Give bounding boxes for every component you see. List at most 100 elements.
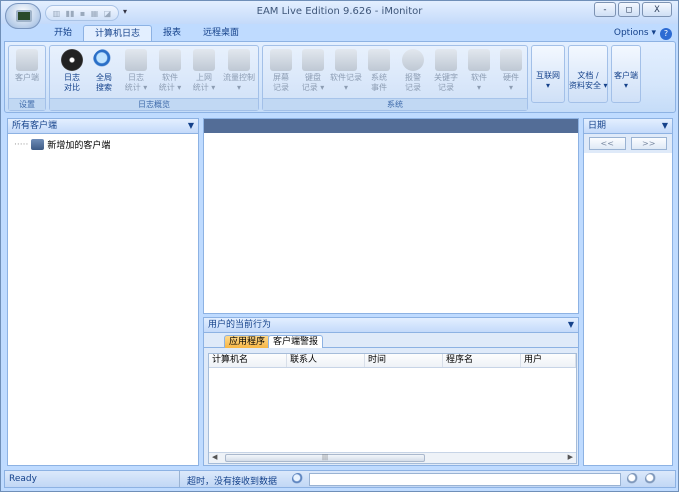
software-record-button[interactable]: 软件记录 ▾	[329, 49, 363, 93]
clients-panel-header[interactable]: 所有客户端 ▼	[8, 119, 198, 134]
clients-panel-title: 所有客户端	[12, 121, 58, 131]
status-divider	[179, 471, 180, 487]
screen-record-button[interactable]: 屏幕 记录	[265, 49, 297, 93]
software-icon	[468, 49, 490, 71]
document-security-label: 文档 / 资料安全 ▾	[569, 71, 608, 90]
options-menu[interactable]: Options ▾	[614, 28, 656, 38]
keyboard-icon	[302, 49, 324, 71]
window-icon	[335, 49, 357, 71]
log-stats-button[interactable]: 日志 统计 ▾	[120, 49, 152, 93]
options-label: Options	[613, 28, 649, 38]
date-panel: 日期 ▼ << >>	[583, 118, 673, 466]
software-stats-label: 软件 统计 ▾	[158, 73, 182, 92]
tab-client-alerts[interactable]: 客户端警报	[268, 335, 324, 348]
tab-start[interactable]: 开始	[43, 25, 83, 42]
global-search-label: 全局 搜索	[96, 73, 112, 92]
internet-button[interactable]: 互联网 ▾	[531, 45, 565, 103]
group-system-label: 系统	[263, 98, 527, 110]
chevron-down-icon[interactable]: ▼	[568, 318, 574, 332]
traffic-control-button[interactable]: 流量控制 ▾	[222, 49, 256, 93]
web-stats-button[interactable]: 上网 统计 ▾	[188, 49, 220, 93]
toolbar-column-icon[interactable]: ▦	[91, 9, 99, 18]
toolbar-bars-icon[interactable]: ▮▮	[66, 9, 75, 18]
client-menu-label: 客户端 ▾	[614, 71, 638, 90]
search-icon[interactable]	[292, 473, 304, 485]
group-settings-label: 设置	[9, 98, 45, 110]
previous-button[interactable]: <<	[589, 137, 626, 150]
tree-line: ·····	[14, 139, 29, 150]
tab-applications[interactable]: 应用程序	[224, 335, 271, 348]
client-button[interactable]: 客户端	[11, 49, 43, 83]
activity-tabs: 应用程序 客户端警报	[204, 333, 578, 348]
software-button[interactable]: 软件 ▾	[463, 49, 495, 93]
quick-access-toolbar[interactable]: ▥ ▮▮ ▪ ▦ ◪	[45, 5, 119, 21]
grid-icon	[435, 49, 457, 71]
document-security-button[interactable]: 文档 / 资料安全 ▾	[568, 45, 608, 103]
group-log-overview: 日志 对比 全局 搜索 日志 统计 ▾ 软件 统计 ▾ 上网 统计 ▾ 流量控制…	[49, 45, 259, 111]
computer-group-icon	[31, 139, 45, 150]
log-stats-label: 日志 统计 ▾	[124, 73, 148, 92]
tab-remote-desktop[interactable]: 远程桌面	[192, 25, 250, 42]
date-nav: << >>	[584, 134, 672, 153]
software-label: 软件 ▾	[471, 73, 487, 92]
column-header[interactable]: 计算机名	[209, 354, 287, 367]
tab-reports[interactable]: 报表	[152, 25, 192, 42]
software-stats-button[interactable]: 软件 统计 ▾	[154, 49, 186, 93]
tree-item-label: 新增加的客户端	[47, 141, 111, 151]
chevron-down-icon[interactable]: ▼	[662, 119, 668, 133]
activity-panel-title: 用户的当前行为	[208, 320, 272, 330]
software-record-label: 软件记录 ▾	[330, 73, 362, 92]
next-button[interactable]: >>	[630, 137, 667, 150]
column-header[interactable]: 联系人	[287, 354, 365, 367]
alarm-record-label: 报警 记录	[405, 73, 421, 92]
hardware-label: 硬件 ▾	[503, 73, 519, 92]
web-chart-icon	[193, 49, 215, 71]
window-controls: - □ X	[594, 2, 672, 17]
web-stats-label: 上网 统计 ▾	[192, 73, 216, 92]
alert-icon	[402, 49, 424, 71]
quick-access-dropdown-icon[interactable]: ▾	[123, 7, 127, 16]
toolbar-chart-icon[interactable]: ▥	[53, 9, 61, 18]
log-compare-button[interactable]: 日志 对比	[56, 49, 88, 93]
tab-computer-log[interactable]: 计算机日志	[83, 25, 153, 42]
scrollbar-thumb[interactable]: |||	[225, 454, 425, 462]
bar-chart-icon	[125, 49, 147, 71]
status-message: 超时，没有接收到数据	[187, 477, 278, 487]
date-panel-title: 日期	[588, 121, 607, 131]
hardware-button[interactable]: 硬件 ▾	[495, 49, 527, 93]
chevron-down-icon[interactable]: ▼	[188, 119, 194, 133]
keyboard-record-button[interactable]: 键盘 记录 ▾	[297, 49, 329, 93]
help-icon[interactable]: ?	[660, 28, 672, 40]
status-bar: Ready 超时，没有接收到数据	[4, 470, 676, 488]
maximize-button[interactable]: □	[618, 2, 640, 17]
group-log-overview-label: 日志概览	[50, 98, 258, 110]
minimize-button[interactable]: -	[594, 2, 616, 17]
tree-item[interactable]: ····· 新增加的客户端	[8, 134, 198, 155]
scroll-left-icon[interactable]: ◀	[212, 453, 217, 461]
column-header[interactable]: 程序名	[443, 354, 521, 367]
scroll-right-icon[interactable]: ▶	[568, 453, 573, 461]
column-header[interactable]: 时间	[365, 354, 443, 367]
alarm-record-button[interactable]: 报警 记录	[397, 49, 429, 93]
toolbar-check-icon[interactable]: ▪	[80, 9, 85, 18]
keyword-record-label: 关键字 记录	[434, 73, 458, 92]
client-menu-button[interactable]: 客户端 ▾	[611, 45, 641, 103]
application-menu-button[interactable]	[5, 3, 41, 29]
global-search-button[interactable]: 全局 搜索	[88, 49, 120, 93]
status-ready: Ready	[9, 474, 37, 484]
hardware-icon	[500, 49, 522, 71]
system-events-button[interactable]: 系统 事件	[363, 49, 395, 93]
clients-panel: 所有客户端 ▼ ····· 新增加的客户端	[7, 118, 199, 466]
close-button[interactable]: X	[642, 2, 672, 17]
keyword-record-button[interactable]: 关键字 记录	[429, 49, 463, 93]
toolbar-disk-icon[interactable]: ◪	[104, 9, 112, 18]
screen-record-label: 屏幕 记录	[273, 73, 289, 92]
client-icon	[16, 49, 38, 71]
zoom-out-icon[interactable]	[627, 473, 639, 485]
column-header[interactable]: 用户	[521, 354, 576, 367]
search-input[interactable]	[309, 473, 621, 486]
horizontal-scrollbar[interactable]: ◀ ||| ▶	[209, 452, 576, 463]
date-panel-header[interactable]: 日期 ▼	[584, 119, 672, 134]
activity-panel-header[interactable]: 用户的当前行为 ▼	[204, 318, 578, 333]
zoom-in-icon[interactable]	[645, 473, 657, 485]
